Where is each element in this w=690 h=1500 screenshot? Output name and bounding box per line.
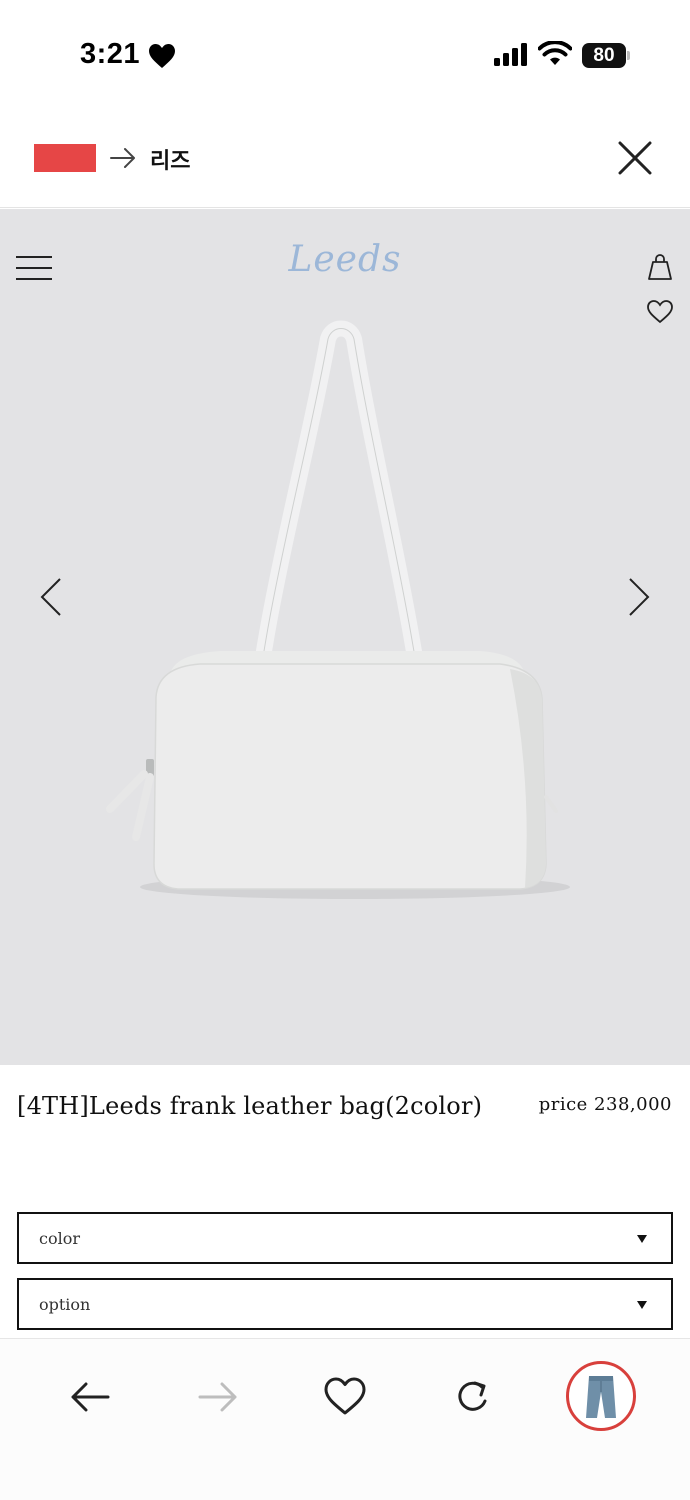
chevron-right-icon[interactable] (624, 577, 652, 617)
signal-icon (494, 43, 527, 66)
heart-icon (149, 44, 175, 68)
close-icon[interactable] (616, 139, 654, 177)
bottom-nav-bar (0, 1338, 690, 1500)
battery-icon: 80 (582, 43, 630, 68)
product-image (106, 320, 570, 899)
status-time: 3:21 (80, 38, 141, 70)
arrow-right-icon[interactable] (196, 1375, 240, 1419)
shopping-bag-icon[interactable] (646, 251, 674, 281)
arrow-left-icon[interactable] (68, 1375, 112, 1419)
brand-logo[interactable]: Leeds (0, 239, 690, 280)
brand-color-chip (34, 144, 96, 172)
chevron-left-icon[interactable] (38, 577, 66, 617)
wifi-icon (538, 41, 572, 65)
heart-outline-icon[interactable] (646, 299, 674, 325)
arrow-right-icon (110, 148, 135, 168)
color-select[interactable]: color (17, 1212, 673, 1264)
status-bar: 3:21 80 (0, 0, 690, 110)
battery-percent: 80 (593, 45, 615, 66)
option-select[interactable]: option (17, 1278, 673, 1330)
product-price: price 238,000 (538, 1094, 672, 1115)
caret-down-icon (637, 1235, 647, 1243)
product-hero: Leeds (0, 209, 690, 1065)
jeans-thumbnail (586, 1376, 616, 1418)
caret-down-icon (637, 1301, 647, 1309)
option-select-label: option (39, 1295, 91, 1314)
top-bar: 리즈 (0, 110, 690, 208)
refresh-icon[interactable] (451, 1375, 495, 1419)
jeans-avatar[interactable] (566, 1361, 636, 1431)
battery-cap (627, 51, 630, 60)
product-title: [4TH]Leeds frank leather bag(2color) (17, 1092, 483, 1120)
color-select-label: color (39, 1229, 80, 1248)
top-bar-title: 리즈 (150, 149, 191, 174)
heart-outline-icon[interactable] (323, 1375, 367, 1419)
